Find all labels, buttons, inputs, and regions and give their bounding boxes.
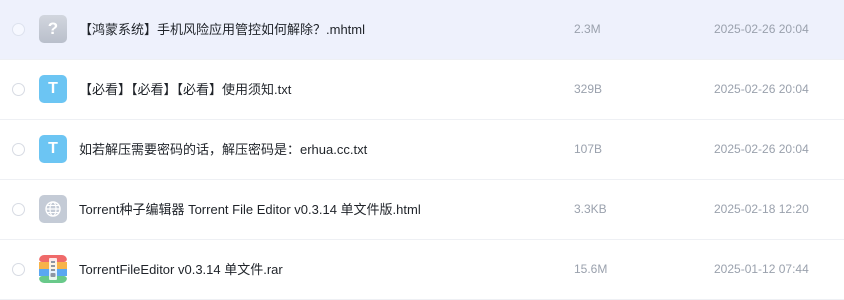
file-row[interactable]: Torrent种子编辑器 Torrent File Editor v0.3.14… [0, 180, 844, 240]
file-name[interactable]: Torrent种子编辑器 Torrent File Editor v0.3.14… [79, 180, 421, 239]
rar-archive-icon [39, 255, 67, 283]
globe-icon [45, 201, 61, 217]
row-checkbox[interactable] [12, 83, 25, 96]
file-name[interactable]: 如若解压需要密码的话，解压密码是：erhua.cc.txt [79, 120, 367, 179]
txt-file-icon: T [39, 75, 67, 103]
file-row[interactable]: T 【必看】【必看】【必看】使用须知.txt 329B 2025-02-26 2… [0, 60, 844, 120]
file-date: 2025-02-18 12:20 [714, 202, 809, 216]
file-size: 3.3KB [574, 202, 607, 216]
row-checkbox[interactable] [12, 263, 25, 276]
file-name[interactable]: 【必看】【必看】【必看】使用须知.txt [79, 60, 291, 119]
row-checkbox[interactable] [12, 203, 25, 216]
file-date: 2025-02-26 20:04 [714, 22, 809, 36]
file-date: 2025-01-12 07:44 [714, 262, 809, 276]
file-size: 329B [574, 82, 603, 96]
file-date: 2025-02-26 20:04 [714, 142, 809, 156]
file-row[interactable]: T 如若解压需要密码的话，解压密码是：erhua.cc.txt 107B 202… [0, 120, 844, 180]
file-row[interactable]: ? 【鸿蒙系统】手机风险应用管控如何解除？.mhtml 2.3M 2025-02… [0, 0, 844, 60]
file-list: ? 【鸿蒙系统】手机风险应用管控如何解除？.mhtml 2.3M 2025-02… [0, 0, 844, 300]
txt-file-icon: T [39, 135, 67, 163]
file-size: 2.3M [574, 22, 601, 36]
file-size: 107B [574, 142, 603, 156]
unknown-file-icon: ? [39, 15, 67, 43]
file-size: 15.6M [574, 262, 608, 276]
file-name[interactable]: TorrentFileEditor v0.3.14 单文件.rar [79, 240, 283, 299]
row-checkbox[interactable] [12, 143, 25, 156]
html-file-icon [39, 195, 67, 223]
file-date: 2025-02-26 20:04 [714, 82, 809, 96]
file-name[interactable]: 【鸿蒙系统】手机风险应用管控如何解除？.mhtml [79, 0, 365, 59]
file-row[interactable]: TorrentFileEditor v0.3.14 单文件.rar 15.6M … [0, 240, 844, 300]
row-checkbox[interactable] [12, 23, 25, 36]
